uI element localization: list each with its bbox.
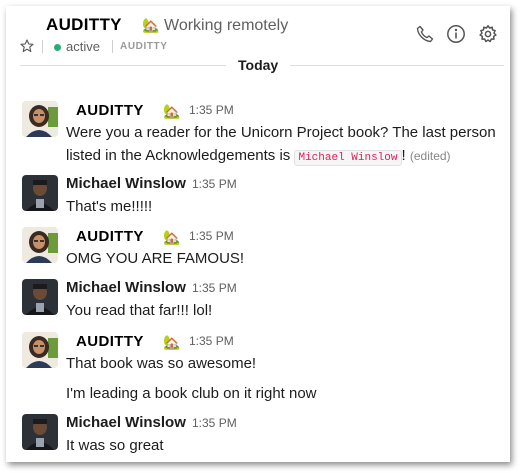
message-text: Were you a reader for the Unicorn Projec… <box>66 124 496 141</box>
message-text: OMG YOU ARE FAMOUS! <box>66 250 245 267</box>
message-text: ! <box>401 147 406 164</box>
message-timestamp[interactable]: 1:35 PM <box>192 177 237 191</box>
message-author[interactable]: Michael Winslow <box>66 414 186 431</box>
message-text-line2: listed in the Acknowledgements is Michae… <box>66 144 451 170</box>
message-text: You read that far!!! lol! <box>66 302 213 319</box>
message-author[interactable]: AUDITTY <box>76 228 144 245</box>
header-separator <box>42 40 43 53</box>
message-text: That book was so awesome! <box>66 355 257 372</box>
message-timestamp[interactable]: 1:35 PM <box>192 281 237 295</box>
message-pane: AUDITTY 🏡 Working remotely active AUDITT… <box>6 6 510 462</box>
info-icon[interactable] <box>446 24 466 44</box>
star-icon[interactable] <box>20 39 34 53</box>
house-emoji-icon: 🏡 <box>163 229 181 245</box>
avatar[interactable] <box>22 175 58 211</box>
message-author[interactable]: AUDITTY <box>76 333 144 350</box>
presence-text: active <box>66 39 100 54</box>
message-text: That's me!!!!! <box>66 198 153 215</box>
presence-indicator <box>54 44 61 51</box>
house-emoji-icon: 🏡 <box>142 17 160 33</box>
channel-subtitle: AUDITTY <box>120 41 168 52</box>
header-separator <box>112 40 113 53</box>
status-text: Working remotely <box>164 17 289 34</box>
message-author[interactable]: Michael Winslow <box>66 279 186 296</box>
inline-code: Michael Winslow <box>294 150 402 166</box>
avatar[interactable] <box>22 332 58 368</box>
house-emoji-icon: 🏡 <box>163 334 181 350</box>
message-text: listed in the Acknowledgements is <box>66 147 291 164</box>
message-text: It was so great <box>66 437 164 454</box>
edited-label: (edited) <box>409 149 451 163</box>
house-emoji-icon: 🏡 <box>163 103 181 119</box>
channel-title[interactable]: AUDITTY <box>46 15 122 35</box>
message-text: I'm leading a book club on it right now <box>66 385 317 402</box>
avatar[interactable] <box>22 279 58 315</box>
avatar[interactable] <box>22 414 58 450</box>
phone-icon[interactable] <box>415 24 435 44</box>
message-timestamp[interactable]: 1:35 PM <box>189 334 234 348</box>
avatar[interactable] <box>22 101 58 137</box>
message-author[interactable]: Michael Winslow <box>66 175 186 192</box>
day-divider-line <box>290 65 504 66</box>
message-timestamp[interactable]: 1:35 PM <box>192 416 237 430</box>
message-timestamp[interactable]: 1:35 PM <box>189 229 234 243</box>
message-timestamp[interactable]: 1:35 PM <box>189 103 234 117</box>
day-divider-line <box>20 65 226 66</box>
avatar[interactable] <box>22 227 58 263</box>
message-author[interactable]: AUDITTY <box>76 102 144 119</box>
gear-icon[interactable] <box>478 24 498 44</box>
day-divider-label: Today <box>238 57 279 73</box>
